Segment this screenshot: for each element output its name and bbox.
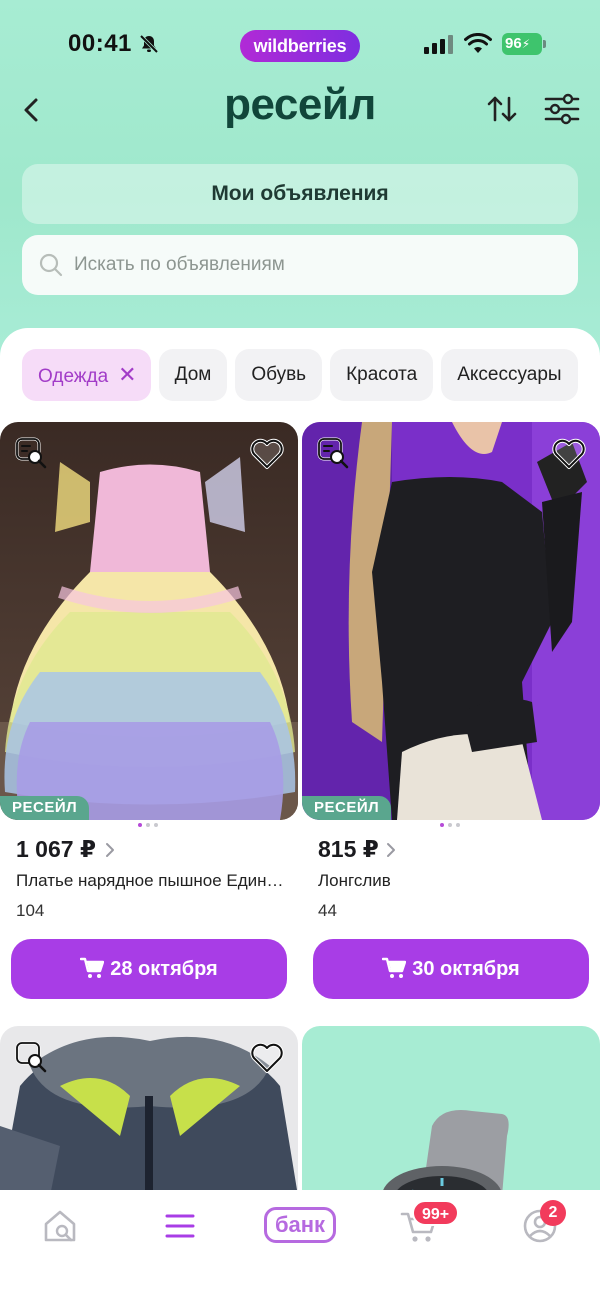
status-time: 00:41 [68, 30, 132, 57]
search-input[interactable] [74, 235, 554, 295]
heart-icon[interactable] [250, 438, 284, 470]
profile-notification-badge: 2 [540, 1200, 566, 1226]
bank-tab[interactable]: банк [264, 1207, 336, 1243]
chip-beauty[interactable]: Красота [330, 349, 434, 401]
image-pager-dots [138, 823, 168, 829]
pager-dot [456, 823, 460, 827]
search-icon [39, 253, 63, 277]
cart-icon [382, 957, 407, 978]
resale-badge: РЕСЕЙЛ [302, 796, 392, 820]
wifi-icon [464, 33, 492, 53]
chip-home[interactable]: Дом [158, 349, 228, 401]
wildberries-logo[interactable]: wildberries [240, 30, 360, 62]
signal-icon [424, 35, 453, 54]
longsleeve-photo [302, 422, 600, 820]
delivery-date: 30 октября [412, 958, 520, 980]
add-to-cart-button[interactable]: 28 октября [11, 939, 287, 999]
filter-icon[interactable] [542, 92, 582, 126]
pager-dot [154, 823, 158, 827]
pager-dot [440, 823, 444, 827]
menu-icon[interactable] [158, 1204, 202, 1248]
product-size: 44 [318, 901, 337, 920]
cart-icon [80, 957, 105, 978]
close-icon[interactable]: ✕ [118, 349, 136, 401]
chip-accessories[interactable]: Аксессуары [441, 349, 578, 401]
heart-icon[interactable] [250, 1042, 284, 1074]
product-image-longsleeve[interactable]: РЕСЕЙЛ [302, 422, 600, 820]
similar-search-icon[interactable] [316, 436, 350, 470]
pager-dot [448, 823, 452, 827]
cart-count-badge: 99+ [412, 1200, 460, 1226]
home-search-icon[interactable] [38, 1204, 82, 1248]
battery-level: 96⚡ [502, 33, 542, 55]
resale-badge: РЕСЕЙЛ [0, 796, 90, 820]
chip-label: Одежда [38, 366, 109, 387]
product-image-jacket[interactable] [0, 1026, 298, 1196]
add-to-cart-button[interactable]: 30 октября [313, 939, 589, 999]
bottom-nav: банк 99+ 2 [0, 1190, 600, 1303]
category-chips: Одежда ✕ Дом Обувь Красота Аксессуары [22, 349, 586, 401]
dress-photo [0, 422, 298, 820]
chip-shoes[interactable]: Обувь [235, 349, 323, 401]
product-price[interactable]: 1 067 ₽ [16, 836, 96, 863]
product-image-dress[interactable]: РЕСЕЙЛ [0, 422, 298, 820]
image-pager-dots [440, 823, 470, 829]
battery-tip [543, 40, 546, 48]
product-title[interactable]: Лонгслив [318, 871, 588, 891]
battery-indicator: 96⚡ [502, 33, 546, 55]
heart-icon[interactable] [552, 438, 586, 470]
bell-muted-icon [139, 34, 159, 54]
product-image-watch[interactable] [302, 1026, 600, 1196]
watch-photo [302, 1026, 600, 1196]
product-size: 104 [16, 901, 45, 920]
chip-clothing[interactable]: Одежда ✕ [22, 349, 151, 401]
search-box[interactable] [22, 235, 578, 295]
my-ads-button[interactable]: Мои объявления [22, 164, 578, 224]
status-bar: 00:41 wildberries 96⚡ [0, 0, 600, 90]
delivery-date: 28 октября [110, 958, 218, 980]
product-title[interactable]: Платье нарядное пышное Един… [16, 871, 286, 891]
sort-icon[interactable] [484, 92, 520, 126]
product-price[interactable]: 815 ₽ [318, 836, 379, 863]
similar-search-icon[interactable] [14, 436, 48, 470]
chevron-right-icon[interactable] [103, 841, 117, 859]
similar-search-icon[interactable] [14, 1040, 48, 1074]
chevron-right-icon[interactable] [384, 841, 398, 859]
pager-dot [146, 823, 150, 827]
pager-dot [138, 823, 142, 827]
